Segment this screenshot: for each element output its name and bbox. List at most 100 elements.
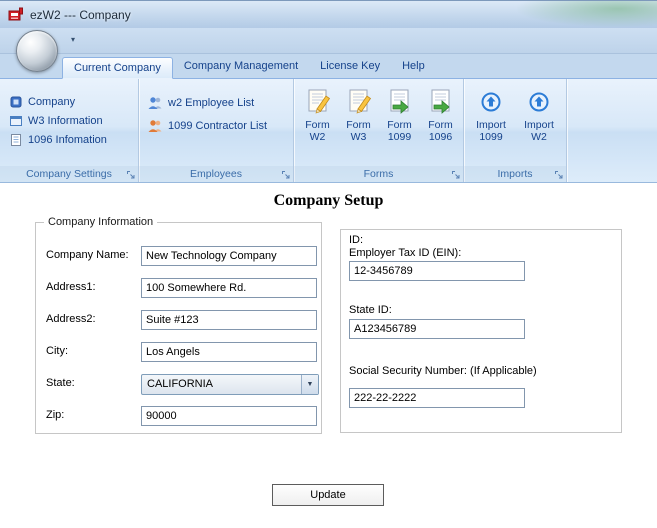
groupbox-legend: Company Information [44,216,158,228]
button-label-line1: Form [428,119,453,131]
ribbon-item-w2-employee-list[interactable]: w2 Employee List [139,91,293,114]
tab-license-key[interactable]: License Key [309,56,391,78]
combo-arrow-icon[interactable]: ▼ [301,375,318,394]
group-label-text: Forms [363,168,394,180]
form-1099-button[interactable]: Form 1099 [380,84,420,164]
ribbon-group-company-settings: Company W3 Information 1096 Infomation C… [0,79,139,182]
zip-input[interactable] [141,406,317,426]
import-icon [481,92,501,112]
form-arrow-icon [431,89,450,114]
tab-label: Company Management [183,60,299,72]
button-label-line2: W2 [309,131,326,143]
city-label: City: [46,345,68,357]
company-icon [10,96,22,107]
ribbon-item-1096-information[interactable]: 1096 Infomation [0,130,138,149]
city-input[interactable] [141,342,317,362]
form-w2-button[interactable]: Form W2 [298,84,338,164]
dialog-launcher-icon[interactable] [126,170,135,179]
button-label-line2: 1099 [479,131,503,143]
window-title: ezW2 --- Company [30,7,131,22]
ribbon-item-1099-contractor-list[interactable]: 1099 Contractor List [139,114,293,137]
ribbon-item-label: 1099 Contractor List [168,119,268,132]
state-select[interactable]: CALIFORNIA ▼ [141,374,319,395]
address2-label: Address2: [46,313,96,325]
ribbon-item-label: Company [28,95,76,108]
button-label-line2: W3 [350,131,367,143]
qat-dropdown-icon[interactable]: ▾ [66,32,80,48]
ribbon-group-forms: Form W2 Form W3 Form 1099 Form 1096 Form… [294,79,464,182]
address2-input[interactable] [141,310,317,330]
ein-input[interactable] [349,261,525,281]
tab-company-management[interactable]: Company Management [173,56,309,78]
group-label-text: Imports [497,168,533,180]
import-w2-button[interactable]: Import W2 [516,84,563,164]
address1-input[interactable] [141,278,317,298]
dialog-launcher-icon[interactable] [281,170,290,179]
ribbon-group-imports: Import 1099 Import W2 Imports [464,79,567,182]
group-label-text: Company Settings [26,168,112,180]
id-heading: ID: [349,234,364,246]
id-groupbox: ID: Employer Tax ID (EIN): State ID: Soc… [340,229,622,433]
form-w3-button[interactable]: Form W3 [339,84,379,164]
state-select-value: CALIFORNIA [147,378,214,390]
ribbon-item-w3-information[interactable]: W3 Information [0,111,138,130]
group-label-employees: Employees [139,166,293,182]
button-label-line1: Import [524,119,554,131]
page-title: Company Setup [273,192,384,209]
update-button[interactable]: Update [272,484,384,506]
ssn-label: Social Security Number: (If Applicable) [349,365,537,377]
button-label-line1: Import [476,119,506,131]
form-1096-list-icon [11,133,21,146]
tab-help[interactable]: Help [391,56,436,78]
main-content: Company Setup Company Information Compan… [0,183,657,528]
button-label-line2: W2 [531,131,547,143]
glass-tint [517,1,657,27]
application-menu-orb[interactable] [16,30,58,72]
ribbon-item-company[interactable]: Company [0,92,138,111]
contractor-list-icon [148,119,162,132]
button-label-line1: Form [305,119,330,131]
group-label-forms: Forms [294,166,463,182]
ribbon-item-label: w2 Employee List [168,96,255,109]
tab-label: License Key [320,60,381,72]
company-name-label: Company Name: [46,249,129,261]
w2-employee-list-icon [148,96,162,109]
button-label-line1: Form [387,119,412,131]
import-icon [529,92,549,112]
button-label-line1: Form [346,119,371,131]
w3-information-icon [10,115,22,126]
ribbon-item-label: 1096 Infomation [28,133,107,146]
form-1096-button[interactable]: Form 1096 [421,84,461,164]
app-icon [8,7,23,20]
tab-current-company[interactable]: Current Company [62,57,173,79]
ssn-input[interactable] [349,388,525,408]
company-name-input[interactable] [141,246,317,266]
form-arrow-icon [390,89,409,114]
dialog-launcher-icon[interactable] [451,170,460,179]
import-1099-button[interactable]: Import 1099 [468,84,515,164]
group-label-text: Employees [190,168,242,180]
group-label-imports: Imports [464,166,566,182]
form-pencil-icon [308,89,330,114]
ribbon-tab-bar: Current Company Company Management Licen… [0,54,657,79]
ribbon-group-employees: w2 Employee List 1099 Contractor List Em… [139,79,294,182]
tab-label: Current Company [74,62,161,74]
quick-access-toolbar: ▾ [0,28,657,54]
state-id-label: State ID: [349,304,392,316]
titlebar: ezW2 --- Company [0,0,657,28]
ribbon: Company W3 Information 1096 Infomation C… [0,79,657,183]
group-label-company-settings: Company Settings [0,166,138,182]
imports-button-row: Import 1099 Import W2 [464,84,566,164]
ein-label: Employer Tax ID (EIN): [349,247,462,259]
address1-label: Address1: [46,281,96,293]
forms-button-row: Form W2 Form W3 Form 1099 Form 1096 [294,84,463,164]
company-information-groupbox: Company Information Company Name: Addres… [35,216,322,434]
form-pencil-icon [349,89,371,114]
button-label-line2: 1096 [428,131,453,143]
ribbon-item-label: W3 Information [28,114,103,127]
zip-label: Zip: [46,409,65,421]
state-label: State: [46,377,75,389]
tab-label: Help [402,60,425,72]
dialog-launcher-icon[interactable] [554,170,563,179]
state-id-input[interactable] [349,319,525,339]
